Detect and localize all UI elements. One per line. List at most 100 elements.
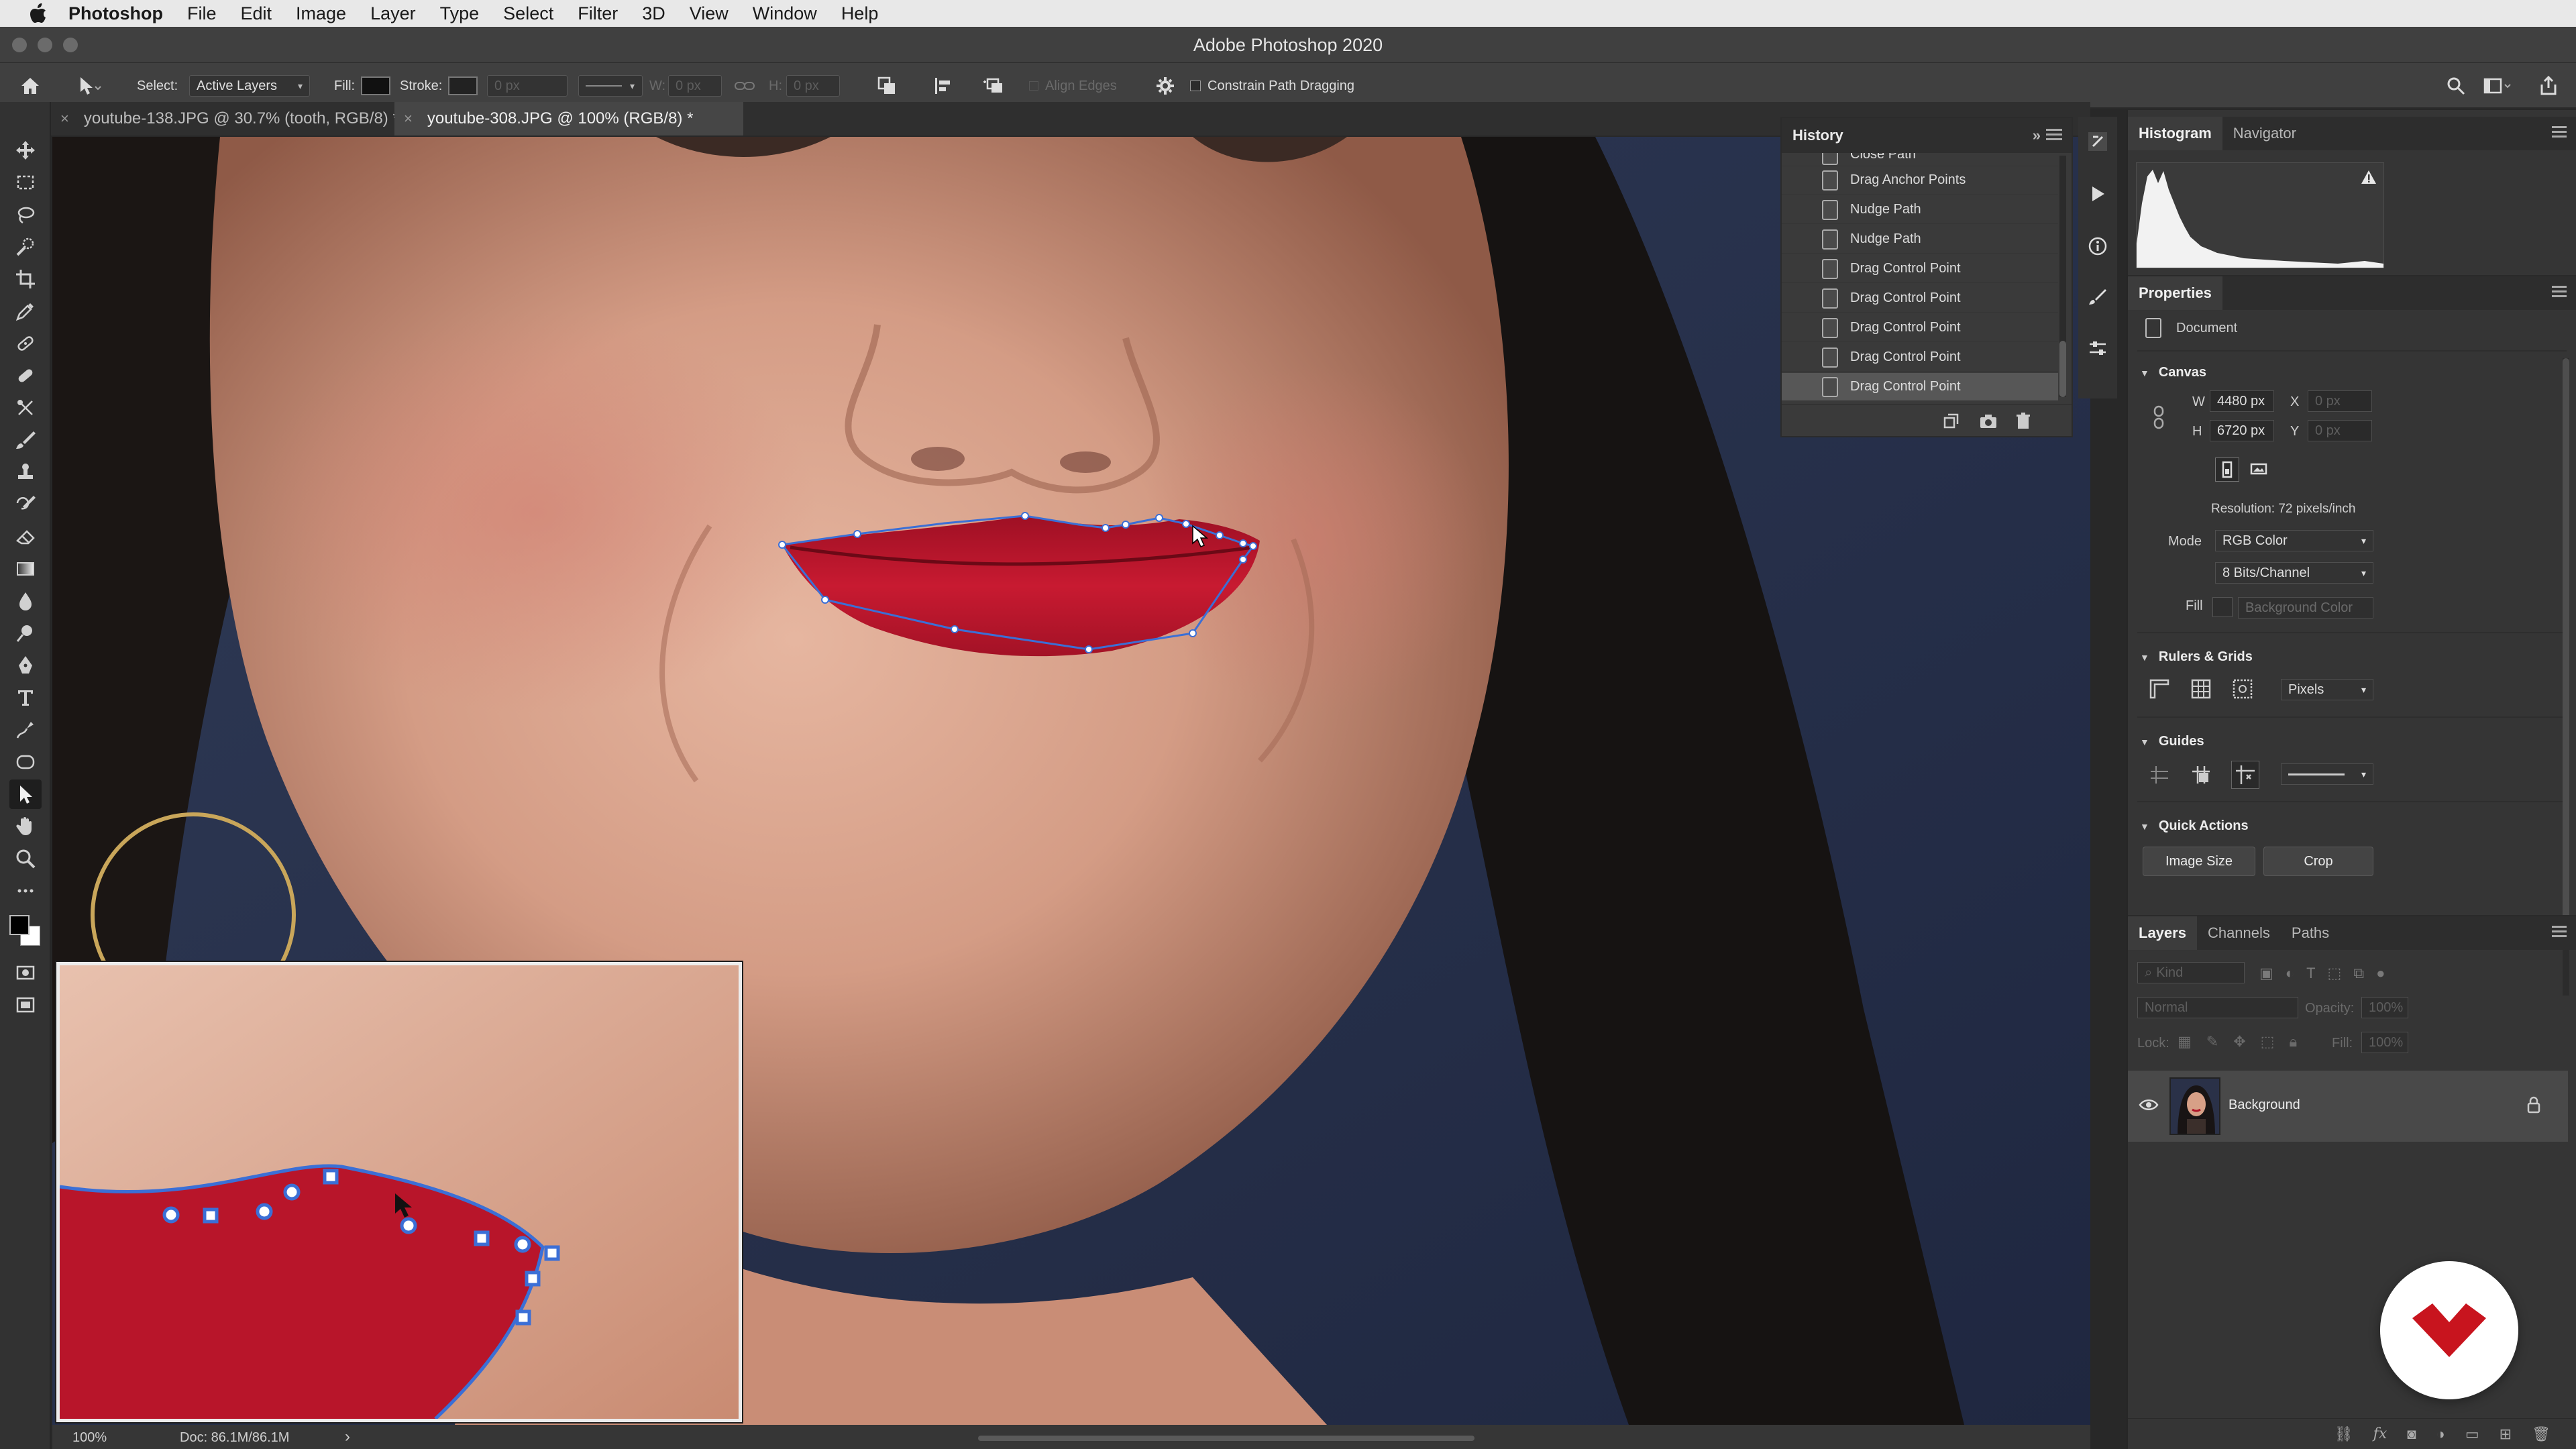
type-tool-icon[interactable] — [9, 683, 42, 712]
history-item-selected[interactable]: Drag Control Point — [1782, 373, 2058, 401]
close-tab-icon[interactable]: × — [404, 110, 413, 127]
pixel-layer-filter-icon[interactable]: ▣ — [2259, 965, 2273, 982]
fill-swatch[interactable] — [361, 76, 390, 95]
ruler-icon[interactable] — [2148, 678, 2171, 704]
menu-view[interactable]: View — [678, 0, 741, 27]
stroke-swatch[interactable] — [448, 76, 478, 95]
canvas-height-field[interactable]: 6720 px — [2210, 420, 2274, 441]
menu-select[interactable]: Select — [491, 0, 566, 27]
select-dropdown[interactable]: Active Layers ▾ — [189, 75, 310, 97]
canvas-x-field[interactable]: 0 px — [2308, 390, 2372, 412]
actions-play-icon[interactable] — [2088, 184, 2108, 207]
guides-section-header[interactable]: ▼ Guides — [2140, 734, 2204, 749]
grid-icon[interactable] — [2190, 678, 2212, 704]
menu-3d[interactable]: 3D — [630, 0, 678, 27]
menu-image[interactable]: Image — [284, 0, 358, 27]
image-size-button[interactable]: Image Size — [2143, 847, 2255, 876]
guides-icon[interactable] — [2148, 763, 2171, 790]
lock-position-icon[interactable]: ✥ — [2233, 1033, 2245, 1051]
move-tool-icon[interactable] — [9, 136, 42, 165]
gradient-tool-icon[interactable] — [9, 554, 42, 584]
canvas-y-field[interactable]: 0 px — [2308, 420, 2372, 441]
collapse-panel-icon[interactable]: » — [2033, 127, 2041, 144]
warning-icon[interactable] — [2361, 170, 2377, 184]
eye-icon[interactable] — [2139, 1097, 2159, 1112]
panel-menu-icon[interactable] — [2552, 126, 2567, 138]
history-item[interactable]: Drag Control Point — [1782, 255, 2058, 283]
history-panel-icon[interactable] — [2086, 130, 2109, 156]
history-item[interactable]: Nudge Path — [1782, 225, 2058, 254]
menu-type[interactable]: Type — [428, 0, 492, 27]
stroke-size-field[interactable]: 0 px — [487, 75, 568, 97]
freeform-pen-tool-icon[interactable] — [9, 715, 42, 745]
menu-edit[interactable]: Edit — [229, 0, 284, 27]
history-item[interactable]: Drag Control Point — [1782, 314, 2058, 342]
clone-stamp-tool-icon[interactable] — [9, 458, 42, 487]
status-menu-arrow[interactable]: › — [345, 1428, 350, 1446]
h-field[interactable]: 0 px — [786, 75, 840, 97]
screen-mode-icon[interactable] — [9, 990, 42, 1020]
link-layers-icon[interactable]: ⛓ — [2334, 1426, 2353, 1443]
menu-filter[interactable]: Filter — [566, 0, 630, 27]
history-brush-tool-icon[interactable] — [9, 490, 42, 519]
landscape-orientation-icon[interactable] — [2247, 458, 2271, 482]
tab-histogram[interactable]: Histogram — [2128, 117, 2222, 150]
menu-help[interactable]: Help — [829, 0, 891, 27]
path-selection-tool-icon[interactable] — [9, 780, 42, 809]
eyedropper-tool-icon[interactable] — [9, 297, 42, 326]
shape-tool-icon[interactable] — [9, 747, 42, 777]
pixel-grid-icon[interactable] — [2231, 678, 2254, 704]
camera-icon[interactable] — [1979, 413, 1998, 433]
tab-channels[interactable]: Channels — [2197, 916, 2281, 950]
zoom-tool-icon[interactable] — [9, 844, 42, 873]
blend-mode-dropdown[interactable]: Normal — [2137, 997, 2298, 1018]
horizontal-scrollbar[interactable] — [978, 1436, 1474, 1441]
close-tab-icon[interactable]: × — [60, 110, 69, 127]
new-layer-icon[interactable]: ⊞ — [2500, 1426, 2512, 1443]
new-group-icon[interactable]: ▭ — [2465, 1426, 2479, 1443]
search-icon[interactable] — [2446, 63, 2466, 109]
menu-layer[interactable]: Layer — [358, 0, 428, 27]
brush-tool-icon-alt[interactable] — [9, 361, 42, 390]
properties-scrollbar-thumb[interactable] — [2563, 358, 2569, 935]
shape-layer-filter-icon[interactable]: ⬚ — [2328, 965, 2342, 982]
panel-menu-icon[interactable] — [2552, 926, 2567, 938]
tab-navigator[interactable]: Navigator — [2222, 117, 2307, 150]
quick-selection-tool-icon[interactable] — [9, 232, 42, 262]
more-tools-icon[interactable] — [9, 876, 42, 906]
add-mask-icon[interactable]: ◙ — [2407, 1426, 2416, 1443]
quick-mask-icon[interactable] — [9, 958, 42, 987]
layer-kind-filter[interactable]: ⌕ Kind — [2137, 962, 2245, 983]
history-item-partial[interactable]: Close Path — [1782, 153, 2058, 166]
lock-transparent-icon[interactable]: ▦ — [2178, 1033, 2192, 1051]
panel-menu-icon[interactable] — [2552, 286, 2567, 298]
fill-dropdown[interactable]: Background Color — [2238, 597, 2373, 619]
units-dropdown[interactable]: Pixels ▾ — [2281, 679, 2373, 700]
color-swatches[interactable] — [8, 914, 43, 949]
transform-tool-icon[interactable] — [9, 393, 42, 423]
history-item[interactable]: Drag Control Point — [1782, 284, 2058, 313]
lock-all-icon[interactable]: 🔒︎ — [2289, 1033, 2297, 1051]
brush-settings-icon[interactable] — [2088, 287, 2108, 311]
trash-icon[interactable] — [2015, 413, 2031, 433]
menu-file[interactable]: File — [175, 0, 229, 27]
crop-tool-icon[interactable] — [9, 264, 42, 294]
apple-icon[interactable] — [23, 0, 54, 27]
w-field[interactable]: 0 px — [668, 75, 722, 97]
rulers-grids-section-header[interactable]: ▼ Rulers & Grids — [2140, 649, 2253, 665]
workspace-icon[interactable] — [2483, 63, 2513, 109]
history-item[interactable]: Nudge Path — [1782, 196, 2058, 224]
tab-youtube-138[interactable]: × youtube-138.JPG @ 30.7% (tooth, RGB/8) … — [51, 102, 399, 136]
lasso-tool-icon[interactable] — [9, 200, 42, 229]
filter-toggle-icon[interactable]: ● — [2376, 965, 2385, 982]
tab-properties[interactable]: Properties — [2128, 276, 2222, 310]
canvas-section-header[interactable]: ▼ Canvas — [2140, 365, 2206, 380]
dodge-tool-icon[interactable] — [9, 619, 42, 648]
pen-tool-icon[interactable] — [9, 651, 42, 680]
trash-icon[interactable]: 🗑︎ — [2532, 1426, 2551, 1443]
brush-tool-icon[interactable] — [9, 425, 42, 455]
menu-app-name[interactable]: Photoshop — [54, 0, 175, 27]
new-document-from-state-icon[interactable] — [1943, 413, 1960, 433]
menu-window[interactable]: Window — [741, 0, 829, 27]
tab-youtube-308[interactable]: × youtube-308.JPG @ 100% (RGB/8) * — [394, 102, 743, 136]
